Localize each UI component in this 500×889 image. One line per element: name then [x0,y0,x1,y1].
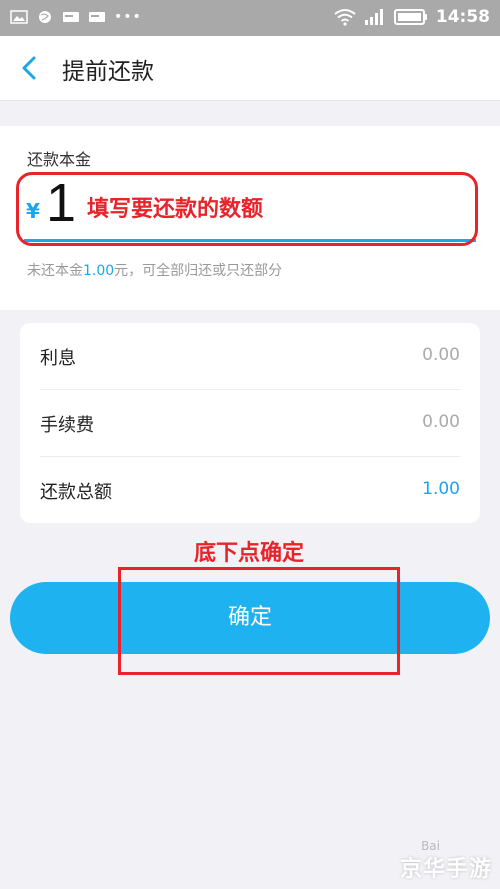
card-icon [89,12,105,22]
detail-label: 手续费 [40,415,94,436]
detail-label: 利息 [40,348,76,369]
amount-card: 还款本金 ¥ 1 填写要还款的数额 未还本金1.00元，可全部归还或只还部分 [0,126,500,310]
more-dots-icon: ••• [114,9,142,25]
annotation-amount-note: 填写要还款的数额 [87,197,264,222]
detail-row-total: 还款总额 1.00 [20,457,480,523]
watermark: 京华手游 [399,857,492,882]
detail-row-interest: 利息 0.00 [20,323,480,389]
hint-prefix: 未还本金 [27,263,83,279]
hint-amount: 1.00 [83,263,115,279]
battery-icon [393,9,427,25]
details-card: 利息 0.00 手续费 0.00 还款总额 1.00 [20,323,480,523]
wifi-icon [334,9,356,26]
detail-value: 0.00 [422,412,460,432]
detail-row-fee: 手续费 0.00 [20,390,480,456]
detail-value: 0.00 [422,345,460,365]
detail-value-total: 1.00 [422,479,460,499]
card-icon [63,12,79,22]
page-title: 提前还款 [62,59,154,85]
amount-label: 还款本金 [27,150,92,169]
status-bar-right: 14:58 [334,7,490,27]
image-icon [10,10,28,24]
annotation-box-confirm [118,567,400,675]
back-button[interactable] [14,52,46,84]
signal-icon [364,9,383,25]
status-bar-left: ••• [10,9,142,25]
amount-hint: 未还本金1.00元，可全部归还或只还部分 [27,260,282,280]
hint-suffix: 元，可全部归还或只还部分 [114,263,283,279]
detail-label: 还款总额 [40,482,112,503]
nav-bar: 提前还款 [0,36,500,101]
annotation-confirm-note: 底下点确定 [194,541,305,566]
globe-icon [39,11,51,23]
status-time: 14:58 [435,7,490,27]
status-bar: ••• 14:58 [0,0,500,36]
chevron-left-icon [22,56,36,80]
